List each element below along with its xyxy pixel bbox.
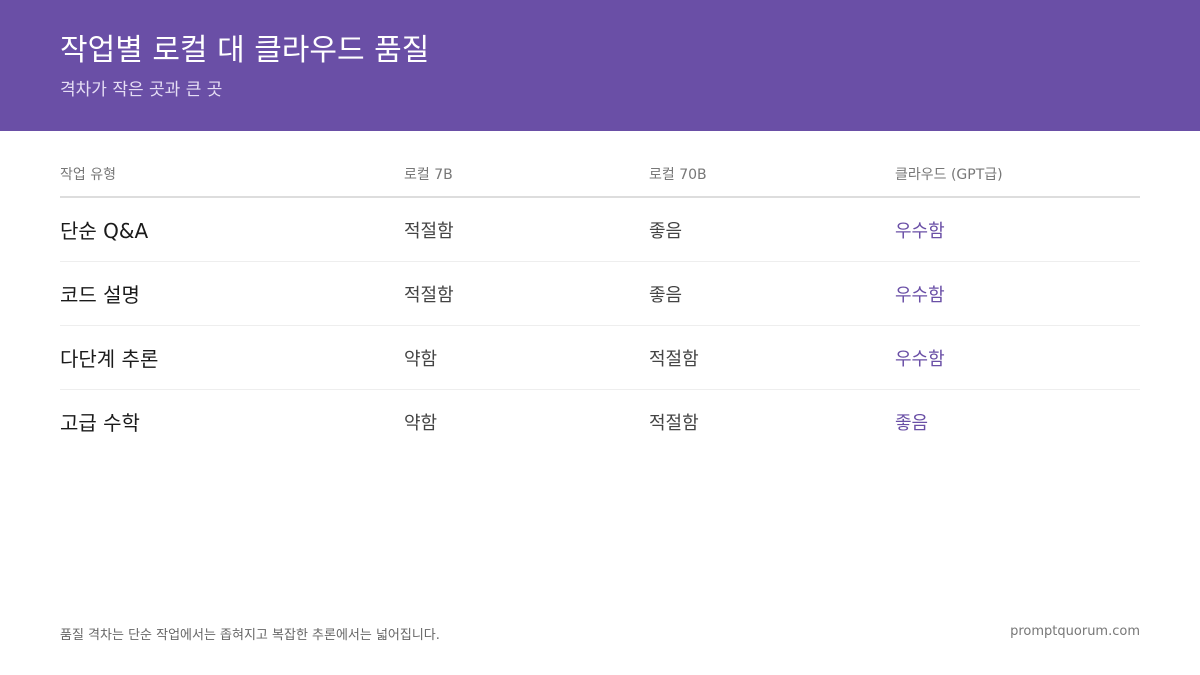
table-row: 고급 수학 약함 적절함 좋음: [60, 390, 1140, 453]
local-7b-cell: 약함: [404, 412, 438, 434]
column-header-local-7b: 로컬 7B: [404, 167, 453, 183]
task-type-cell: 다단계 추론: [60, 347, 159, 371]
cloud-cell: 우수함: [895, 284, 945, 306]
column-header-local-70b: 로컬 70B: [649, 167, 707, 183]
task-type-cell: 코드 설명: [60, 283, 140, 307]
table-header-row: 작업 유형 로컬 7B 로컬 70B 클라우드 (GPT급): [60, 152, 1140, 198]
cloud-cell: 좋음: [895, 412, 929, 434]
page-title: 작업별 로컬 대 클라우드 품질: [60, 33, 430, 68]
local-70b-cell: 적절함: [649, 348, 699, 370]
footer-note: 품질 격차는 단순 작업에서는 좁혀지고 복잡한 추론에서는 넓어집니다.: [60, 628, 440, 643]
local-70b-cell: 좋음: [649, 220, 683, 242]
local-7b-cell: 적절함: [404, 220, 454, 242]
local-7b-cell: 적절함: [404, 284, 454, 306]
local-70b-cell: 좋음: [649, 284, 683, 306]
cloud-cell: 우수함: [895, 348, 945, 370]
table-row: 단순 Q&A 적절함 좋음 우수함: [60, 198, 1140, 262]
task-type-cell: 고급 수학: [60, 411, 140, 435]
header-banner: 작업별 로컬 대 클라우드 품질 격차가 작은 곳과 큰 곳: [0, 0, 1200, 131]
local-7b-cell: 약함: [404, 348, 438, 370]
local-70b-cell: 적절함: [649, 412, 699, 434]
task-type-cell: 단순 Q&A: [60, 219, 149, 243]
footer-brand: promptquorum.com: [1010, 624, 1140, 639]
page-subtitle: 격차가 작은 곳과 큰 곳: [60, 80, 223, 100]
table-row: 코드 설명 적절함 좋음 우수함: [60, 262, 1140, 326]
column-header-cloud: 클라우드 (GPT급): [895, 167, 1003, 183]
cloud-cell: 우수함: [895, 220, 945, 242]
column-header-task-type: 작업 유형: [60, 167, 116, 183]
comparison-table: 작업 유형 로컬 7B 로컬 70B 클라우드 (GPT급) 단순 Q&A 적절…: [60, 152, 1140, 453]
table-row: 다단계 추론 약함 적절함 우수함: [60, 326, 1140, 390]
